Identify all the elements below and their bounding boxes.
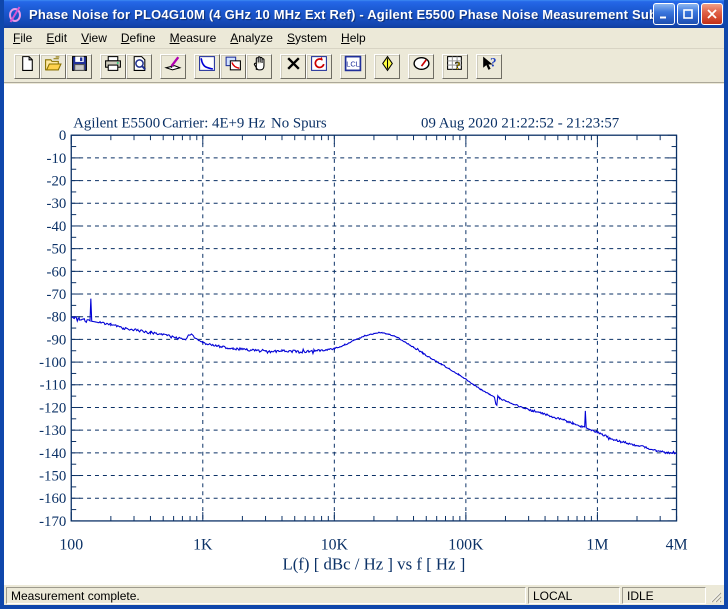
status-panel-idle: IDLE (622, 587, 706, 604)
x-tick-label: 1M (586, 537, 608, 554)
status-message: Measurement complete. (6, 587, 526, 604)
print-preview-icon (131, 55, 148, 77)
y-tick-label: -100 (39, 355, 66, 371)
svg-text:?: ? (455, 59, 461, 72)
plot-curve-icon (198, 55, 216, 77)
x-tick-label: 1K (193, 537, 213, 554)
meter-icon (412, 55, 431, 77)
svg-text:LCL: LCL (346, 60, 360, 69)
open-folder-icon (44, 55, 62, 77)
y-tick-label: -150 (39, 468, 66, 484)
axis-title: L(f) [ dBc / Hz ] vs f [ Hz ] (282, 554, 465, 573)
title-bar: Phase Noise for PLO4G10M (4 GHz 10 MHz E… (0, 0, 728, 28)
copy-plots-icon (224, 55, 242, 77)
menu-item-define[interactable]: Define (114, 29, 163, 47)
annotate-button[interactable] (160, 54, 186, 79)
open-button[interactable] (40, 54, 66, 79)
menu-item-system[interactable]: System (280, 29, 334, 47)
menu-item-measure[interactable]: Measure (163, 29, 224, 47)
new-document-icon (19, 55, 36, 77)
y-tick-label: -10 (47, 151, 67, 167)
header-instrument: Agilent E5500 (73, 115, 160, 131)
context-help-icon: ? (480, 55, 498, 77)
meter-button[interactable] (408, 54, 434, 79)
header-carrier: Carrier: 4E+9 Hz (162, 115, 265, 131)
status-panel-local: LOCAL (528, 587, 620, 604)
restart-sweep-icon (310, 55, 328, 77)
grid-help-icon: ? (446, 55, 464, 77)
restart-sweep-button[interactable] (306, 54, 332, 79)
menu-bar: FileEditViewDefineMeasureAnalyzeSystemHe… (4, 28, 724, 49)
marker-button[interactable] (374, 54, 400, 79)
y-tick-label: -140 (39, 446, 66, 462)
y-tick-label: -50 (47, 242, 67, 258)
print-button[interactable] (100, 54, 126, 79)
context-help-button[interactable]: ? (476, 54, 502, 79)
plot-client-area: Agilent E5500Carrier: 4E+9 Hz No Spurs 09 … (4, 84, 724, 584)
y-tick-label: 0 (59, 128, 66, 144)
x-tick-label: 100 (59, 537, 83, 554)
resize-grip[interactable] (708, 587, 722, 604)
phase-noise-chart: Agilent E5500Carrier: 4E+9 Hz No Spurs 09 … (4, 84, 724, 584)
y-tick-label: -110 (40, 378, 67, 394)
print-preview-button[interactable] (126, 54, 152, 79)
printer-icon (104, 55, 122, 77)
y-tick-label: -70 (47, 287, 67, 303)
abort-x-icon (285, 55, 302, 77)
marker-pen-icon (164, 55, 182, 77)
toolbar: LCL?? (4, 50, 724, 83)
phase-phi-icon (6, 5, 24, 23)
save-button[interactable] (66, 54, 92, 79)
y-tick-label: -60 (47, 264, 67, 280)
show-plot-button[interactable] (194, 54, 220, 79)
menu-item-edit[interactable]: Edit (39, 29, 74, 47)
x-tick-label: 100K (448, 537, 484, 554)
results-help-button[interactable]: ? (442, 54, 468, 79)
window-controls (653, 3, 723, 25)
y-tick-label: -20 (47, 174, 67, 190)
svg-text:?: ? (490, 56, 496, 70)
minimize-button[interactable] (653, 3, 675, 25)
pan-hand-icon (251, 55, 268, 77)
y-tick-label: -170 (39, 514, 66, 530)
abort-button[interactable] (280, 54, 306, 79)
y-tick-label: -130 (39, 423, 66, 439)
menu-item-analyze[interactable]: Analyze (223, 29, 280, 47)
marker-diamond-icon (379, 55, 396, 77)
close-button[interactable] (701, 3, 723, 25)
local-lcl-icon: LCL (344, 55, 362, 77)
maximize-button[interactable] (677, 3, 699, 25)
local-control-button[interactable]: LCL (340, 54, 366, 79)
y-tick-label: -160 (39, 491, 66, 507)
window-title: Phase Noise for PLO4G10M (4 GHz 10 MHz E… (29, 7, 653, 22)
new-button[interactable] (14, 54, 40, 79)
menu-item-help[interactable]: Help (334, 29, 373, 47)
y-tick-label: -30 (47, 196, 67, 212)
y-tick-label: -80 (47, 310, 67, 326)
header-datetime: 09 Aug 2020 21:22:52 - 21:23:57 (421, 115, 619, 131)
x-tick-label: 4M (666, 537, 688, 554)
x-tick-label: 10K (321, 537, 349, 554)
status-bar: Measurement complete.LOCALIDLE (4, 584, 724, 605)
y-tick-label: -90 (47, 332, 67, 348)
y-tick-label: -120 (39, 400, 66, 416)
y-tick-label: -40 (47, 219, 67, 235)
menu-item-view[interactable]: View (74, 29, 114, 47)
plot-frame (71, 135, 676, 521)
pan-button[interactable] (246, 54, 272, 79)
menu-item-file[interactable]: File (6, 29, 39, 47)
copy-plot-button[interactable] (220, 54, 246, 79)
header-spurs: No Spurs (271, 115, 327, 131)
save-floppy-icon (71, 55, 88, 77)
app-window: Phase Noise for PLO4G10M (4 GHz 10 MHz E… (0, 0, 728, 609)
